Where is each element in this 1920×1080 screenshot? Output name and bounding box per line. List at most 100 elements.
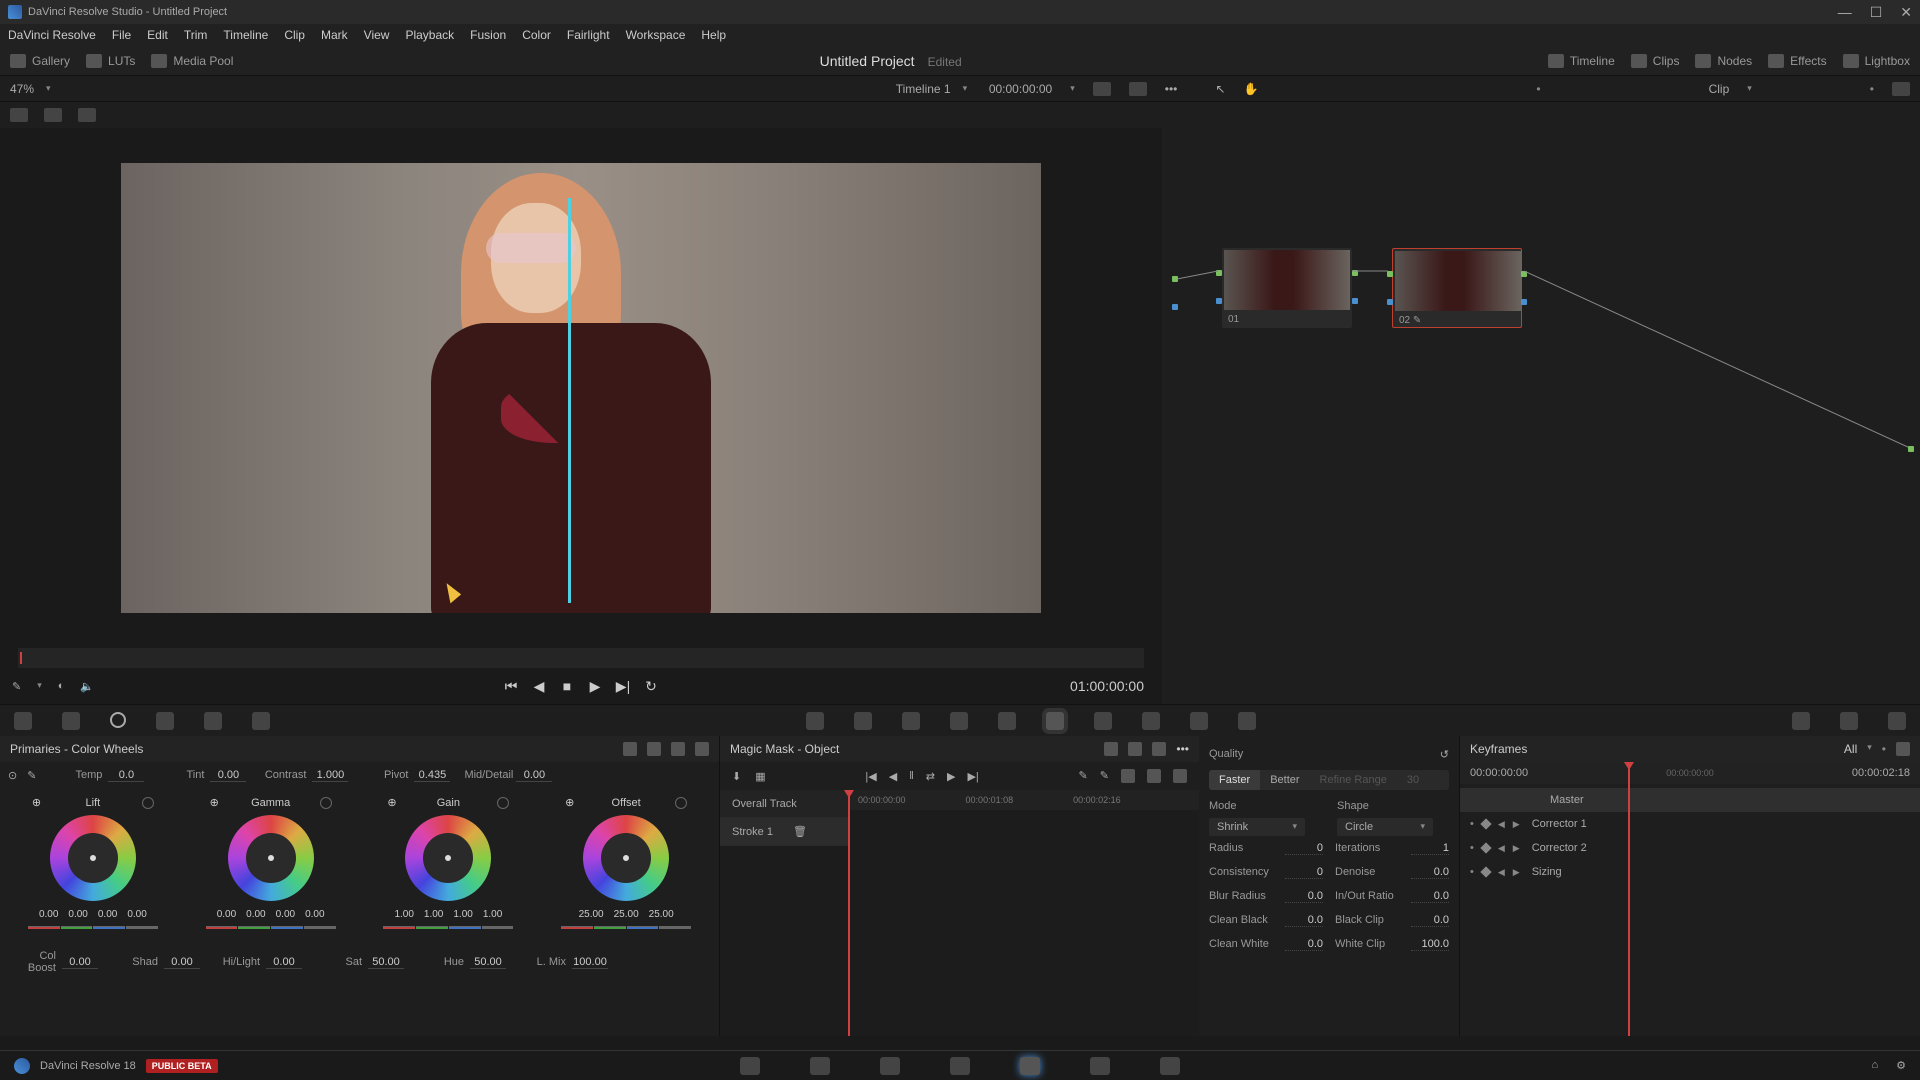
menu-edit[interactable]: Edit — [147, 28, 168, 42]
menu-trim[interactable]: Trim — [184, 28, 208, 42]
play-button[interactable]: ▶ — [588, 679, 602, 693]
transport-timecode[interactable]: 01:00:00:00 — [1070, 678, 1144, 694]
camera-raw-icon[interactable] — [14, 712, 32, 730]
key-icon[interactable] — [1142, 712, 1160, 730]
mm-stroke-add-icon[interactable]: ✎ — [1079, 769, 1088, 783]
magic-mask-icon[interactable] — [1046, 712, 1064, 730]
keyframe-mode-icon[interactable] — [1792, 712, 1810, 730]
menu-davinci-resolve[interactable]: DaVinci Resolve — [8, 28, 96, 42]
split-icon[interactable] — [44, 108, 62, 122]
mm-track-overall[interactable]: Overall Track — [720, 790, 850, 818]
wheel-lift[interactable]: ⊕Lift0.000.000.000.00 — [8, 796, 178, 936]
rgb-mixer-icon[interactable] — [204, 712, 222, 730]
highlight-icon[interactable] — [78, 108, 96, 122]
menu-view[interactable]: View — [364, 28, 390, 42]
motion-effects-icon[interactable] — [252, 712, 270, 730]
qualifier-icon[interactable] — [902, 712, 920, 730]
qualifier-icon[interactable]: ✎ — [12, 680, 21, 693]
info-icon[interactable] — [1888, 712, 1906, 730]
mm-track-last-icon[interactable]: ▶| — [967, 770, 978, 783]
first-frame-button[interactable]: ⏮ — [504, 679, 518, 693]
menu-help[interactable]: Help — [701, 28, 726, 42]
timeline-name[interactable]: Timeline 1 — [896, 82, 951, 96]
mm-stroke-sub-icon[interactable]: ✎ — [1100, 769, 1109, 783]
home-icon[interactable]: ⌂ — [1871, 1059, 1878, 1072]
wheel-gamma[interactable]: ⊕Gamma0.000.000.000.00 — [186, 796, 356, 936]
cut-page-icon[interactable] — [810, 1057, 830, 1075]
more-icon[interactable]: ••• — [1165, 82, 1178, 96]
davinci-logo-icon[interactable] — [14, 1058, 30, 1074]
kf-row-corrector-2[interactable]: •◀▶Corrector 2 — [1460, 836, 1920, 860]
step-forward-button[interactable]: ▶| — [616, 679, 630, 693]
toolbar-effects[interactable]: Effects — [1768, 54, 1826, 68]
toolbar-gallery[interactable]: Gallery — [10, 54, 70, 68]
image-wipe-icon[interactable] — [10, 108, 28, 122]
menu-fairlight[interactable]: Fairlight — [567, 28, 610, 42]
chevron-down-icon[interactable]: ▾ — [46, 83, 51, 94]
kf-row-sizing[interactable]: •◀▶Sizing — [1460, 860, 1920, 884]
mm-track-first-icon[interactable]: |◀ — [865, 770, 876, 783]
project-settings-icon[interactable]: ⚙ — [1896, 1059, 1906, 1072]
reset-icon[interactable] — [675, 797, 687, 809]
unmix-icon[interactable]: ◐ — [58, 680, 65, 693]
mm-mode2-icon[interactable] — [1128, 742, 1142, 756]
delete-stroke-icon[interactable]: 🗑 — [793, 825, 807, 838]
pointer-icon[interactable]: ↖ — [1215, 82, 1225, 96]
mm-show-icon[interactable] — [1121, 769, 1135, 783]
mm-track-fwd-icon[interactable]: ▶ — [947, 770, 955, 783]
color-match-icon[interactable] — [62, 712, 80, 730]
mm-playhead[interactable] — [848, 790, 850, 1036]
scopes-icon[interactable] — [1840, 712, 1858, 730]
mm-more-icon[interactable]: ••• — [1176, 742, 1189, 756]
wheels-mode-icon[interactable] — [623, 742, 637, 756]
menu-timeline[interactable]: Timeline — [223, 28, 268, 42]
menu-playback[interactable]: Playback — [405, 28, 454, 42]
stop-button[interactable]: ■ — [560, 679, 574, 693]
reset-icon[interactable] — [142, 797, 154, 809]
blur-icon[interactable] — [1094, 712, 1112, 730]
reset-icon[interactable] — [695, 742, 709, 756]
mm-reset-quality-icon[interactable]: ↺ — [1440, 748, 1449, 761]
mm-track-stop-icon[interactable]: ‖ — [909, 770, 914, 783]
kf-expand-icon[interactable] — [1896, 742, 1910, 756]
wheel-offset[interactable]: ⊕Offset25.0025.0025.00 — [541, 796, 711, 936]
mm-mode1-icon[interactable] — [1104, 742, 1118, 756]
menu-file[interactable]: File — [112, 28, 131, 42]
close-button[interactable]: ✕ — [1900, 4, 1912, 21]
kf-playhead[interactable] — [1628, 762, 1630, 1036]
edit-page-icon[interactable] — [880, 1057, 900, 1075]
reset-icon[interactable] — [497, 797, 509, 809]
reset-icon[interactable] — [320, 797, 332, 809]
node-input-alpha[interactable] — [1172, 304, 1178, 310]
3d-icon[interactable] — [1238, 712, 1256, 730]
node-output[interactable] — [1908, 446, 1914, 452]
viewer-zoom[interactable]: 47% — [10, 82, 34, 96]
mm-quality-toggle[interactable]: Faster Better Refine Range 30 — [1209, 770, 1449, 790]
viewer-scrub-bar[interactable] — [18, 648, 1144, 668]
keyframes-mode-all[interactable]: All — [1844, 742, 1857, 756]
node-editor[interactable]: 01 02 ✎ — [1162, 128, 1920, 704]
menu-mark[interactable]: Mark — [321, 28, 348, 42]
viewer-canvas[interactable] — [0, 128, 1162, 648]
wheel-gain[interactable]: ⊕Gain1.001.001.001.00 — [363, 796, 533, 936]
kf-row-master[interactable]: Master — [1460, 788, 1920, 812]
bypass-icon[interactable] — [1093, 82, 1111, 96]
mm-options-icon[interactable] — [1147, 769, 1161, 783]
window-icon[interactable] — [950, 712, 968, 730]
tracker-icon[interactable] — [998, 712, 1016, 730]
toolbar-clips[interactable]: Clips — [1631, 54, 1680, 68]
deliver-page-icon[interactable] — [1160, 1057, 1180, 1075]
toolbar-nodes[interactable]: Nodes — [1695, 54, 1752, 68]
settings-icon[interactable] — [1892, 82, 1910, 96]
mm-overlay-icon[interactable]: ▦ — [755, 770, 765, 783]
fusion-page-icon[interactable] — [950, 1057, 970, 1075]
auto-balance-icon[interactable]: ⊙ — [8, 769, 17, 782]
color-wheels-icon[interactable] — [110, 712, 126, 728]
expand-icon[interactable] — [1129, 82, 1147, 96]
node-01[interactable]: 01 — [1222, 248, 1352, 328]
mute-icon[interactable]: 🔈 — [80, 680, 94, 693]
loop-button[interactable]: ↻ — [644, 679, 658, 693]
mm-invert-icon[interactable]: ⬇ — [732, 770, 741, 783]
mm-track-back-icon[interactable]: ◀ — [889, 770, 897, 783]
mm-shape-select[interactable]: Circle▾ — [1337, 818, 1433, 836]
